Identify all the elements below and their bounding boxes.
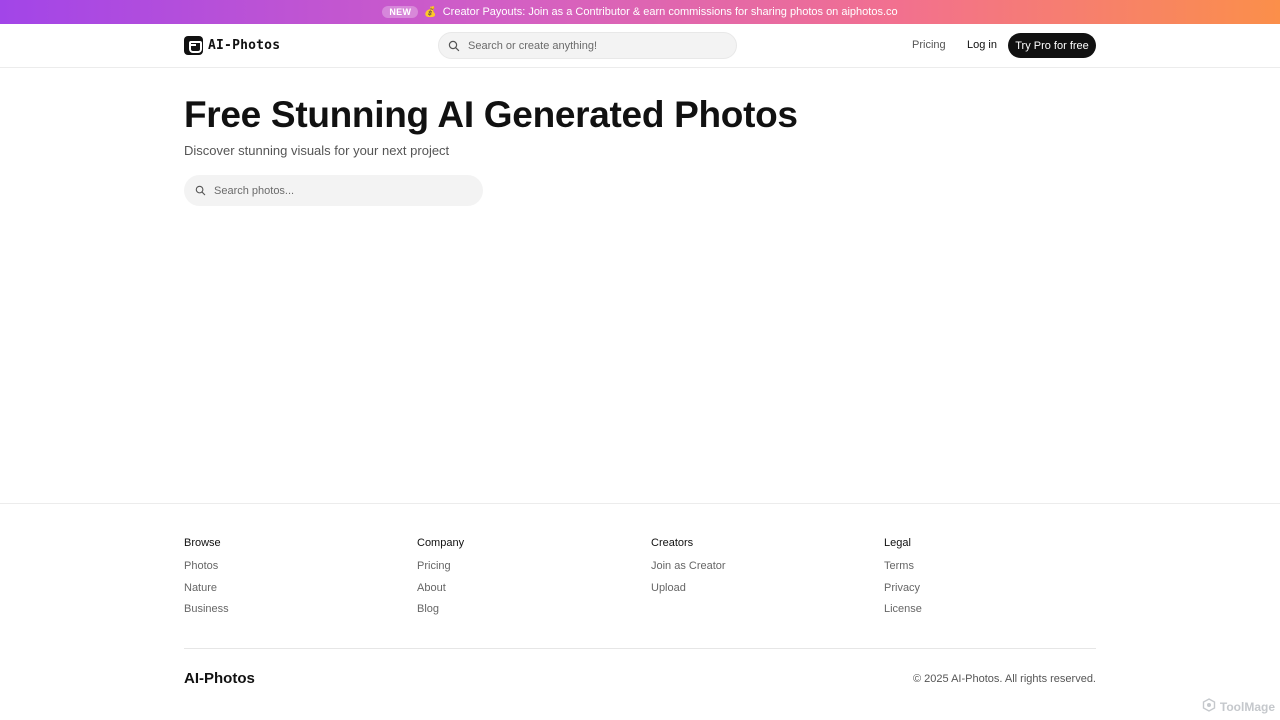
search-icon (195, 185, 206, 196)
footer-col-browse: Browse Photos Nature Business (184, 537, 229, 625)
footer-col-title: Company (417, 537, 465, 549)
banner-text[interactable]: Creator Payouts: Join as a Contributor &… (443, 6, 898, 18)
footer-link-photos[interactable]: Photos (184, 560, 229, 573)
nav-pricing-link[interactable]: Pricing (912, 39, 946, 51)
toolmage-watermark: ToolMage (1202, 698, 1275, 715)
footer-link-business[interactable]: Business (184, 603, 229, 616)
footer-col-title: Creators (651, 537, 694, 549)
footer-col-title: Browse (184, 537, 221, 549)
footer-col-company: Company Pricing About Blog (417, 537, 464, 625)
try-pro-button[interactable]: Try Pro for free (1008, 33, 1096, 58)
copyright-text: © 2025 AI-Photos. All rights reserved. (913, 673, 1096, 685)
login-link[interactable]: Log in (967, 39, 997, 51)
nav-links: Pricing Log in Try Pro for free (0, 33, 1280, 59)
new-badge: NEW (382, 6, 419, 18)
footer-link-about[interactable]: About (417, 582, 464, 595)
watermark-text: ToolMage (1219, 699, 1275, 714)
footer-link-license[interactable]: License (884, 603, 922, 616)
footer-link-privacy[interactable]: Privacy (884, 582, 922, 595)
footer-col-creators: Creators Join as Creator Upload (651, 537, 726, 603)
footer-link-upload[interactable]: Upload (651, 582, 726, 595)
footer-link-terms[interactable]: Terms (884, 560, 922, 573)
top-navbar: AI-Photos Pricing Log in Try Pro for fre… (0, 24, 1280, 68)
page-title: Free Stunning AI Generated Photos (184, 94, 798, 135)
footer-link-blog[interactable]: Blog (417, 603, 464, 616)
footer-link-nature[interactable]: Nature (184, 582, 229, 595)
footer-divider (184, 648, 1096, 649)
footer-col-legal: Legal Terms Privacy License (884, 537, 922, 625)
footer-link-pricing[interactable]: Pricing (417, 560, 464, 573)
photo-search[interactable] (184, 175, 483, 206)
footer: Browse Photos Nature Business Company Pr… (0, 503, 1280, 720)
toolmage-icon (1202, 698, 1216, 715)
footer-col-title: Legal (884, 537, 911, 549)
medal-icon: 💰 (424, 6, 437, 18)
photo-search-input[interactable] (214, 184, 483, 197)
announcement-banner[interactable]: NEW 💰 Creator Payouts: Join as a Contrib… (0, 0, 1280, 24)
footer-brand[interactable]: AI-Photos (184, 670, 255, 687)
page-subtitle: Discover stunning visuals for your next … (184, 143, 450, 158)
footer-link-join-creator[interactable]: Join as Creator (651, 560, 726, 573)
